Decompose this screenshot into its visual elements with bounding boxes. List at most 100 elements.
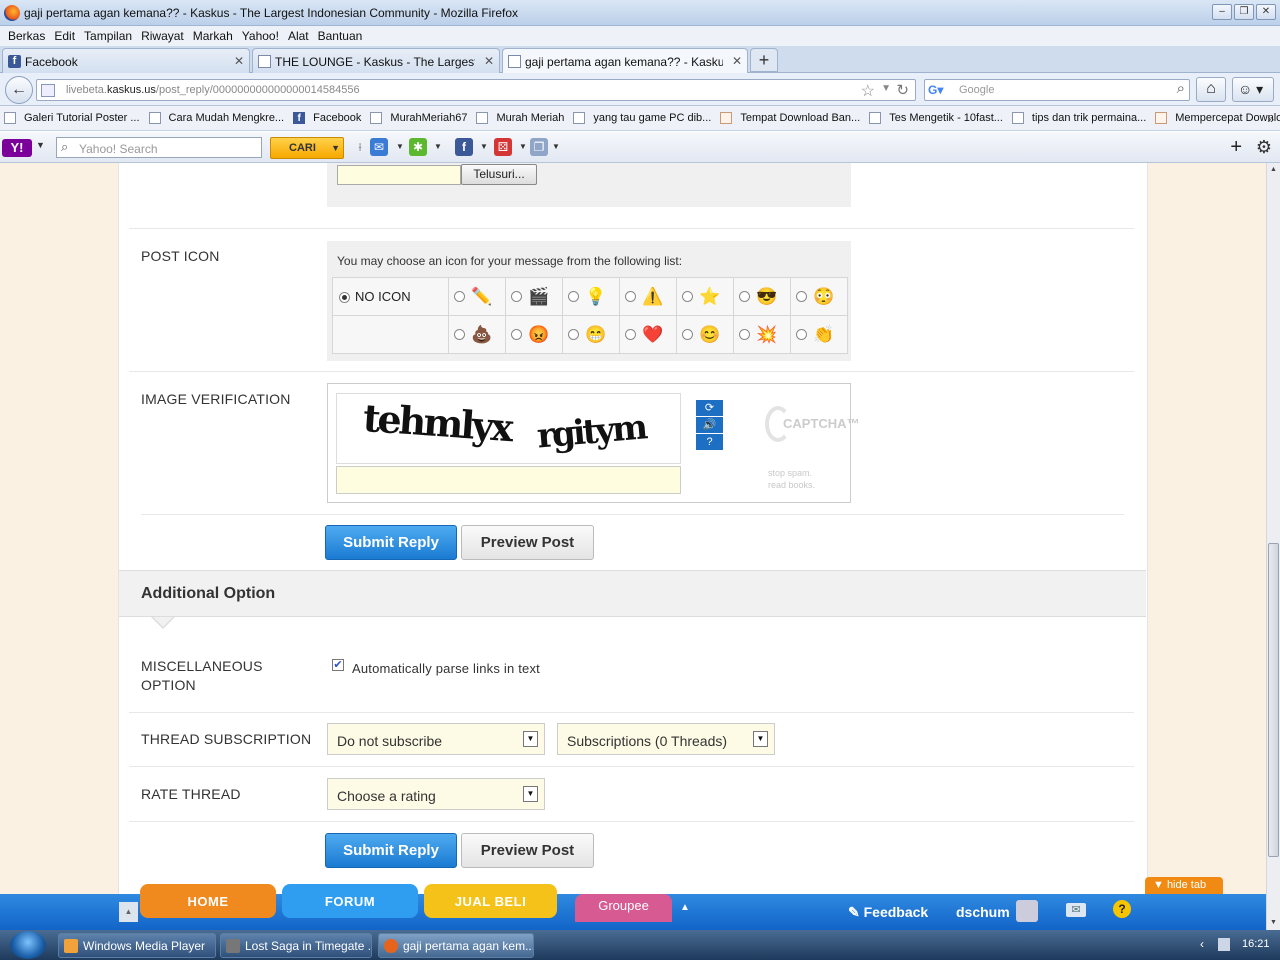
help-icon[interactable]: ? [696,434,723,450]
submit-reply-button-bottom[interactable]: Submit Reply [325,833,457,868]
submit-reply-button[interactable]: Submit Reply [325,525,457,560]
chevron-down-icon[interactable]: ▼ [396,142,404,151]
menu-edit[interactable]: Edit [52,29,82,43]
subscriptions-folder-select[interactable]: Subscriptions (0 Threads) ▼ [557,723,775,755]
widget-icon[interactable]: ✱ [409,138,427,156]
post-icon-option[interactable]: 😡 [505,315,563,354]
radio-button[interactable] [625,329,636,340]
menu-riwayat[interactable]: Riwayat [139,29,191,43]
bookmark-item[interactable]: f Facebook [293,112,361,124]
post-icon-option[interactable]: 🎬 [505,277,563,316]
post-icon-option[interactable]: ⚠️ [619,277,677,316]
file-path-input[interactable] [337,165,461,185]
audio-captcha-icon[interactable]: 🔊 [696,417,723,433]
post-icon-option[interactable]: 👏 [790,315,848,354]
scroll-down-icon[interactable]: ▼ [1267,916,1280,930]
radio-button[interactable] [739,291,750,302]
bookmark-item[interactable]: Mempercepat Downlo... [1155,112,1280,124]
chevron-up-icon[interactable]: ▲ [675,897,695,919]
menu-berkas[interactable]: Berkas [6,29,52,43]
site-identity-icon[interactable] [41,84,55,97]
taskbar-item[interactable]: gaji pertama agan kem... [378,933,534,958]
menu-yahoo[interactable]: Yahoo! [240,29,286,43]
vertical-scrollbar[interactable]: ▲ ▼ [1266,163,1280,930]
post-icon-option[interactable]: ✏️ [448,277,506,316]
radio-button[interactable] [568,291,579,302]
bookmark-item[interactable]: yang tau game PC dib... [573,112,711,124]
tab-gaji-pertama[interactable]: gaji pertama agan kemana?? - Kaskus - T.… [502,48,748,73]
radio-button[interactable] [796,291,807,302]
clock[interactable]: 16:21 [1242,938,1270,950]
close-tab-icon[interactable]: ✕ [484,54,494,68]
refresh-captcha-icon[interactable]: ⟳ [696,400,723,416]
menu-alat[interactable]: Alat [286,29,316,43]
network-icon[interactable] [1218,938,1230,951]
tab-the-lounge[interactable]: THE LOUNGE - Kaskus - The Largest Indo..… [252,48,500,73]
radio-button[interactable] [511,291,522,302]
clipboard-icon[interactable]: ❐ [530,138,548,156]
avatar[interactable] [1016,900,1038,922]
jual-beli-tab[interactable]: JUAL BELI [424,884,557,918]
close-tab-icon[interactable]: ✕ [234,54,244,68]
chevron-down-icon[interactable]: ▼ [480,142,488,151]
bookmark-item[interactable]: Murah Meriah [476,112,564,124]
bookmark-item[interactable]: Cara Mudah Mengkre... [148,112,284,124]
chevron-down-icon[interactable]: ▼ [434,142,442,151]
browse-button[interactable]: Telusuri... [461,164,537,185]
taskbar-item[interactable]: Lost Saga in Timegate ... [220,933,372,958]
yahoo-logo[interactable]: Y! [2,139,32,157]
subscription-select[interactable]: Do not subscribe ▼ [327,723,545,755]
post-icon-option[interactable]: 😎 [733,277,791,316]
search-bar[interactable]: G▾ Google ⌕ [924,79,1190,101]
radio-button[interactable] [568,329,579,340]
rating-select[interactable]: Choose a rating ▼ [327,778,545,810]
url-dropdown-icon[interactable]: ▼ [881,83,891,94]
bookmark-star-icon[interactable]: ☆ [861,81,875,101]
yahoo-search-button[interactable]: CARI ▼ [270,137,344,159]
close-window-button[interactable]: ✕ [1256,4,1276,20]
close-tab-icon[interactable]: ✕ [732,54,742,68]
radio-button[interactable] [454,329,465,340]
forum-tab[interactable]: FORUM [282,884,418,918]
bookmark-item[interactable]: tips dan trik permaina... [1011,112,1146,124]
help-icon[interactable]: ? [1113,900,1131,918]
taskbar-item[interactable]: Windows Media Player [58,933,216,958]
chevron-down-icon[interactable]: ▼ [36,140,45,150]
groupee-tab[interactable]: Groupee [575,894,672,922]
scroll-up-icon[interactable]: ▲ [1267,163,1280,177]
radio-button[interactable] [796,329,807,340]
radio-button[interactable] [682,329,693,340]
radio-button[interactable] [682,291,693,302]
radio-button[interactable] [625,291,636,302]
post-icon-option[interactable]: ⭐ [676,277,734,316]
home-button[interactable]: ⌂ [1196,77,1226,102]
mail-icon[interactable]: ✉ [1066,903,1086,917]
home-tab[interactable]: HOME [140,884,276,918]
bookmark-item[interactable]: Tes Mengetik - 10fast... [869,112,1003,124]
bookmark-item[interactable]: Tempat Download Ban... [720,112,860,124]
username-link[interactable]: dschum [956,904,1010,920]
menu-bantuan[interactable]: Bantuan [316,29,370,43]
bookmark-item[interactable]: MurahMeriah67 [370,112,467,124]
menu-tampilan[interactable]: Tampilan [82,29,139,43]
minimize-button[interactable]: – [1212,4,1232,20]
new-tab-button[interactable]: + [750,48,778,72]
google-icon[interactable]: G▾ [928,83,943,97]
yahoo-search-input[interactable]: ⌕ Yahoo! Search [56,137,262,158]
add-icon[interactable]: + [1230,136,1242,159]
more-bookmarks-icon[interactable]: » [1267,112,1274,126]
parse-links-checkbox[interactable]: ✔ [332,659,344,671]
start-button[interactable] [10,931,46,959]
mail-icon[interactable]: ✉ [370,138,388,156]
preview-post-button[interactable]: Preview Post [461,525,594,560]
collapse-bar-icon[interactable]: ▲ [119,902,138,922]
captcha-input[interactable] [336,466,681,494]
search-icon[interactable]: ⌕ [1177,80,1185,97]
post-icon-option[interactable]: 💡 [562,277,620,316]
bookmark-item[interactable]: Galeri Tutorial Poster ... [4,112,140,124]
feedback-link[interactable]: ✎ Feedback [848,904,928,921]
addon-button[interactable]: ☺ ▾ [1232,77,1274,102]
post-icon-option[interactable]: 😁 [562,315,620,354]
post-icon-option[interactable]: 😳 [790,277,848,316]
post-icon-option[interactable]: 😊 [676,315,734,354]
